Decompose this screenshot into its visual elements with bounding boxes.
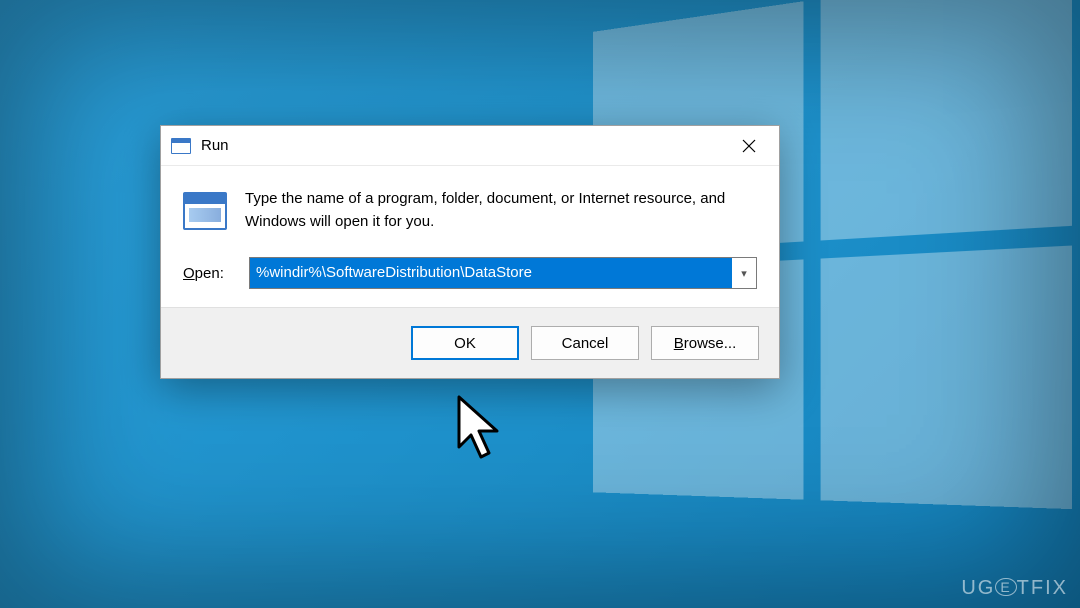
- mouse-cursor-icon: [455, 395, 507, 465]
- dialog-title: Run: [201, 137, 229, 154]
- desktop-background: Run Type the name of a program, folder, …: [0, 0, 1080, 608]
- button-bar: OK Cancel Browse...: [161, 307, 779, 378]
- watermark: UGETFIX: [961, 577, 1068, 600]
- browse-button[interactable]: Browse...: [651, 326, 759, 360]
- run-dialog: Run Type the name of a program, folder, …: [160, 125, 780, 379]
- open-label: Open:: [183, 265, 235, 282]
- run-title-icon: [171, 138, 191, 154]
- titlebar[interactable]: Run: [161, 126, 779, 166]
- open-combobox[interactable]: %windir%\SoftwareDistribution\DataStore …: [249, 257, 757, 289]
- cancel-button[interactable]: Cancel: [531, 326, 639, 360]
- close-icon: [742, 139, 756, 153]
- open-input-value[interactable]: %windir%\SoftwareDistribution\DataStore: [250, 258, 732, 288]
- ok-button[interactable]: OK: [411, 326, 519, 360]
- run-app-icon: [183, 192, 227, 230]
- dialog-body: Type the name of a program, folder, docu…: [161, 166, 779, 307]
- close-button[interactable]: [725, 126, 773, 165]
- dialog-description: Type the name of a program, folder, docu…: [245, 188, 757, 233]
- chevron-down-icon[interactable]: ▾: [732, 267, 756, 280]
